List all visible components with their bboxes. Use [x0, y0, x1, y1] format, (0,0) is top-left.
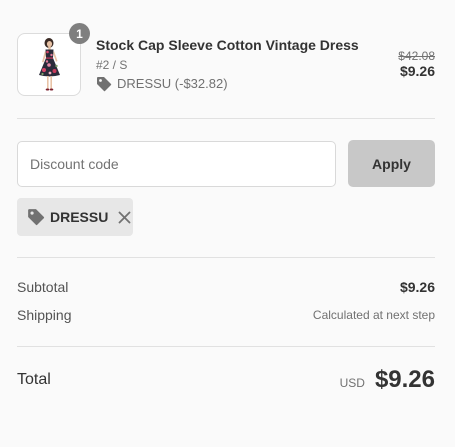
product-discount: DRESSU (-$32.82): [96, 76, 356, 92]
product-variant: #2 / S: [96, 58, 128, 72]
original-price: $42.08: [398, 49, 435, 63]
total-amount: $9.26: [374, 366, 435, 393]
divider: [17, 257, 435, 258]
shipping-row: Shipping Calculated at next step: [17, 307, 435, 323]
applied-discount-code: DRESSU: [50, 209, 109, 225]
divider: [17, 346, 435, 347]
applied-discount-tag: DRESSU: [17, 198, 133, 236]
order-summary: 1 Stock Cap Sleeve Cotton Vintage Dress …: [17, 0, 435, 447]
close-icon: [118, 211, 131, 223]
product-thumbnail: [17, 33, 81, 96]
dress-image: [39, 38, 60, 91]
discounted-price: $9.26: [399, 63, 435, 79]
quantity-badge: 1: [69, 23, 90, 44]
subtotal-row: Subtotal $9.26: [17, 279, 435, 295]
subtotal-label: Subtotal: [17, 279, 69, 295]
remove-discount-button[interactable]: [117, 210, 131, 224]
product-info: Stock Cap Sleeve Cotton Vintage Dress #2…: [96, 36, 359, 92]
total-row: Total USD $9.26: [17, 366, 435, 394]
product-discount-label: DRESSU (-$32.82): [117, 76, 228, 91]
shipping-value: Calculated at next step: [312, 308, 435, 322]
product-title: Stock Cap Sleeve Cotton Vintage Dress: [96, 37, 359, 53]
tag-icon: [97, 77, 112, 92]
tag-icon: [28, 209, 45, 226]
product-prices: $42.08 $9.26: [398, 49, 435, 80]
shipping-label: Shipping: [17, 307, 72, 323]
total-amount-group: USD $9.26: [340, 366, 435, 394]
discount-code-input[interactable]: [17, 141, 336, 187]
product-line-item: 1 Stock Cap Sleeve Cotton Vintage Dress …: [17, 23, 435, 96]
apply-button[interactable]: Apply: [348, 140, 435, 187]
subtotal-value: $9.26: [399, 279, 435, 295]
currency-code: USD: [339, 376, 365, 390]
divider: [17, 118, 435, 119]
total-label: Total: [17, 371, 51, 388]
